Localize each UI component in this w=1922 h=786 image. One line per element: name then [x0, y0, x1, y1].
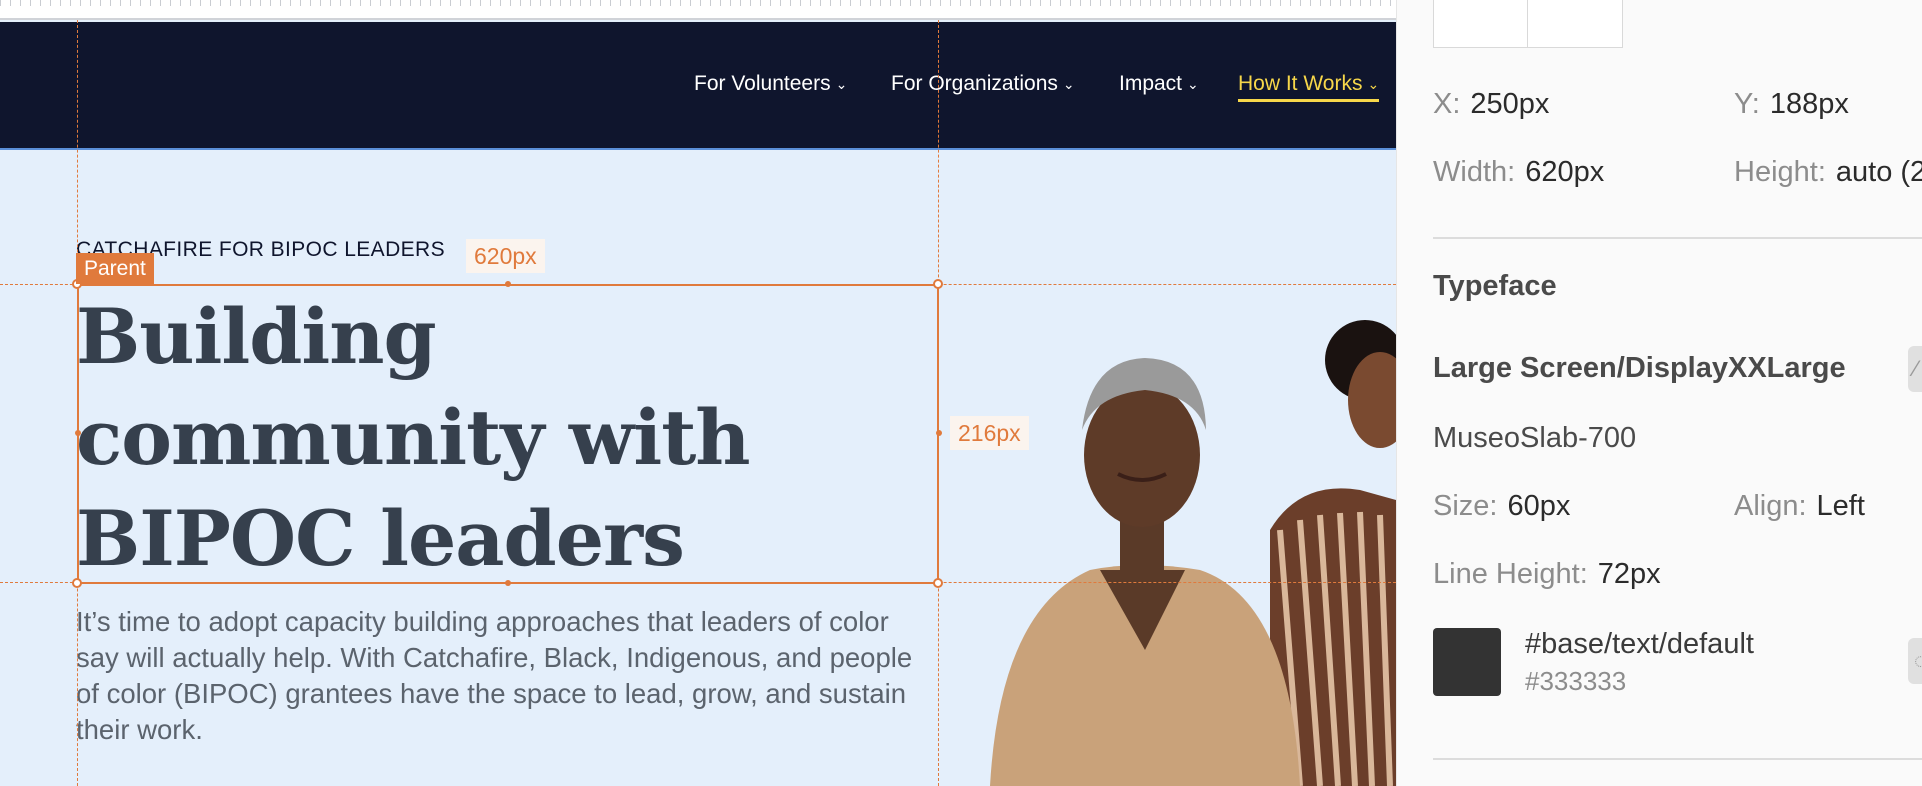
prop-label: Size: — [1433, 490, 1498, 522]
text-style-name[interactable]: Large Screen/DisplayXXLarge — [1433, 352, 1846, 385]
copy-color-icon[interactable]: ◌ — [1908, 638, 1922, 684]
resize-handle-bottom-left[interactable] — [72, 578, 82, 588]
resize-handle-top[interactable] — [505, 281, 511, 287]
nav-item-impact[interactable]: Impact ⌄ — [1119, 72, 1199, 102]
resize-handle-bottom-right[interactable] — [933, 578, 943, 588]
prop-value[interactable]: auto (2 — [1836, 156, 1922, 188]
width-measurement: 620px — [466, 239, 545, 273]
prop-value[interactable]: 620px — [1525, 156, 1604, 188]
nav-label: For Volunteers — [694, 72, 831, 95]
inspector-panel: X: 250px Y: 188px Width: 620px Height: auto … — [1396, 0, 1922, 786]
height-measurement: 216px — [950, 416, 1029, 450]
nav-label: How It Works — [1238, 72, 1363, 95]
prop-label: Width: — [1433, 156, 1516, 188]
nav-label: For Organizations — [891, 72, 1058, 95]
prop-label: Line Height: — [1433, 558, 1588, 590]
detach-style-icon[interactable]: ⁄ — [1908, 346, 1922, 392]
align-box[interactable] — [1528, 0, 1623, 48]
color-token-name: #base/text/default — [1525, 628, 1754, 660]
hero-body-text: It’s time to adopt capacity building app… — [76, 606, 913, 745]
section-divider — [1433, 758, 1922, 760]
nav-item-for-volunteers[interactable]: For Volunteers ⌄ — [694, 72, 847, 102]
prop-value[interactable]: 188px — [1770, 88, 1849, 120]
chevron-down-icon: ⌄ — [835, 76, 848, 92]
chevron-down-icon: ⌄ — [1367, 76, 1380, 92]
prop-label: Align: — [1734, 490, 1807, 522]
prop-width: Width: 620px — [1433, 156, 1604, 189]
prop-label: X: — [1433, 88, 1461, 120]
prop-label: Height: — [1734, 156, 1826, 188]
prop-y: Y: 188px — [1734, 88, 1849, 121]
prop-line-height: Line Height: 72px — [1433, 558, 1661, 591]
site-navbar: For Volunteers ⌄ For Organizations ⌄ Imp… — [0, 22, 1396, 150]
canvas-ruler — [0, 0, 1396, 20]
align-box[interactable] — [1433, 0, 1528, 48]
prop-x: X: 250px — [1433, 88, 1549, 121]
prop-value[interactable]: Left — [1817, 490, 1865, 522]
resize-handle-bottom[interactable] — [505, 580, 511, 586]
prop-label: Y: — [1734, 88, 1760, 120]
resize-handle-left[interactable] — [75, 430, 81, 436]
alignment-controls — [1433, 0, 1623, 48]
nav-item-for-organizations[interactable]: For Organizations ⌄ — [891, 72, 1075, 102]
color-swatch[interactable] — [1433, 628, 1501, 696]
prop-value[interactable]: 60px — [1507, 490, 1570, 522]
selection-box[interactable] — [77, 284, 939, 584]
prop-value[interactable]: 72px — [1598, 558, 1661, 590]
font-name: MuseoSlab-700 — [1433, 422, 1637, 454]
prop-size: Size: 60px — [1433, 490, 1570, 523]
parent-tag[interactable]: Parent — [76, 253, 154, 284]
prop-align: Align: Left — [1734, 490, 1865, 523]
hero-photo — [970, 230, 1396, 786]
chevron-down-icon: ⌄ — [1187, 76, 1199, 92]
chevron-down-icon: ⌄ — [1062, 76, 1075, 92]
section-divider — [1433, 237, 1922, 239]
nav-item-how-it-works[interactable]: How It Works ⌄ — [1238, 72, 1380, 102]
nav-label: Impact — [1119, 72, 1183, 95]
resize-handle-top-right[interactable] — [933, 279, 943, 289]
prop-value[interactable]: 250px — [1470, 88, 1549, 120]
typeface-section-title: Typeface — [1433, 270, 1557, 302]
prop-height: Height: auto (2 — [1734, 156, 1922, 189]
resize-handle-right[interactable] — [936, 430, 942, 436]
color-hex-value: #333333 — [1525, 666, 1627, 696]
design-canvas[interactable]: For Volunteers ⌄ For Organizations ⌄ Imp… — [0, 0, 1396, 786]
